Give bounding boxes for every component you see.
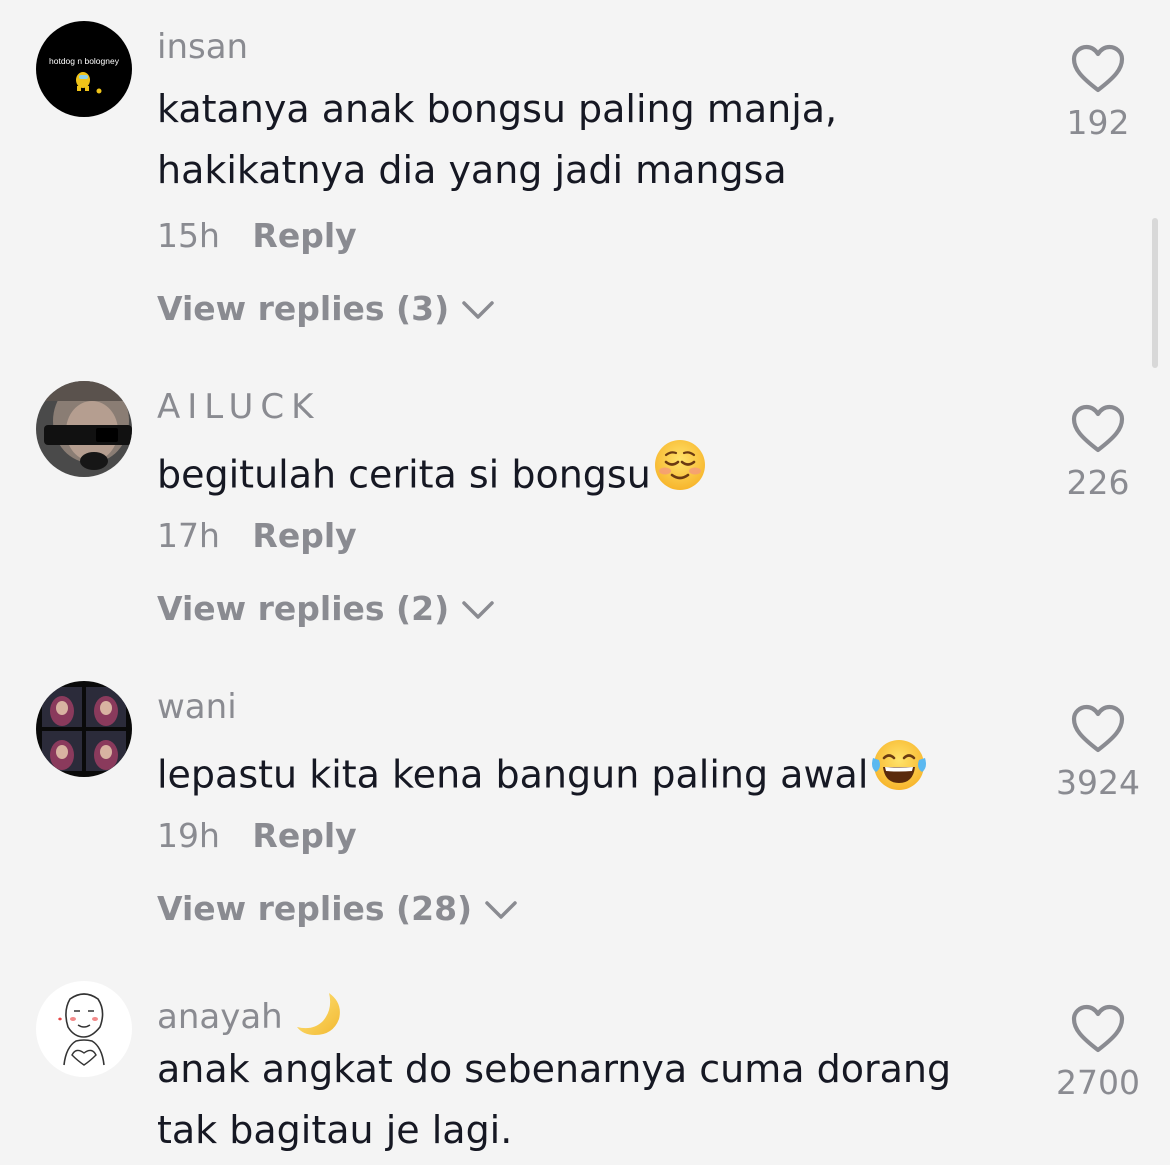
comment-text: begitulah cerita si bongsu: [157, 438, 707, 513]
comment-meta: 17h Reply: [157, 519, 357, 552]
comment-item: wani lepastu kita kena bangun paling awa…: [0, 660, 1170, 940]
comment-item: AILUCK begitulah cerita si bongsu 17h Re…: [0, 360, 1170, 640]
scrollbar[interactable]: [1152, 218, 1158, 368]
like-count: 226: [1066, 463, 1130, 502]
comment-item: anayah anak angkat do sebenarnya cuma do…: [0, 960, 1170, 1165]
like-button[interactable]: 2700: [1040, 1004, 1156, 1099]
reply-button[interactable]: Reply: [252, 216, 356, 255]
heart-icon: [1071, 404, 1125, 453]
comment-text-content: lepastu kita kena bangun paling awal: [157, 752, 869, 797]
avatar[interactable]: [36, 381, 132, 477]
avatar-image: hotdog n bologney: [36, 21, 132, 117]
comment-text-line: tak bagitau je lagi.: [157, 1108, 513, 1152]
like-button[interactable]: 192: [1040, 44, 1156, 139]
like-count: 2700: [1056, 1063, 1140, 1102]
comment-text-content: begitulah cerita si bongsu: [157, 452, 651, 497]
avatar-caption: hotdog n bologney: [49, 56, 120, 66]
comment-text: katanya anak bongsu paling manja, hakika…: [157, 79, 837, 201]
comment-meta: 19h Reply: [157, 819, 357, 852]
comment-time: 17h: [157, 516, 220, 555]
like-button[interactable]: 226: [1040, 404, 1156, 499]
comment-time: 15h: [157, 216, 220, 255]
view-replies-button[interactable]: View replies (3): [157, 292, 495, 325]
like-button[interactable]: 3924: [1040, 704, 1156, 799]
chevron-down-icon: [461, 292, 495, 325]
comment-text-line: katanya anak bongsu paling manja,: [157, 87, 838, 131]
heart-icon: [1071, 704, 1125, 753]
comment-text-line: hakikatnya dia yang jadi mangsa: [157, 148, 787, 192]
reply-button[interactable]: Reply: [252, 816, 356, 855]
avatar-image: [36, 381, 132, 477]
username[interactable]: insan: [157, 30, 248, 64]
comment-item: hotdog n bologney insan katanya anak bon…: [0, 0, 1170, 340]
comment-text-line: lepastu kita kena bangun paling awal: [157, 738, 928, 813]
view-replies-button[interactable]: View replies (2): [157, 592, 495, 625]
username[interactable]: anayah: [157, 989, 345, 1045]
reply-button[interactable]: Reply: [252, 516, 356, 555]
avatar[interactable]: [36, 981, 132, 1077]
comment-time: 19h: [157, 816, 220, 855]
avatar-image: [36, 681, 132, 777]
view-replies-button[interactable]: View replies (28): [157, 892, 518, 925]
view-replies-label: View replies (2): [157, 589, 450, 628]
chevron-down-icon: [461, 592, 495, 625]
avatar[interactable]: hotdog n bologney: [36, 21, 132, 117]
username[interactable]: AILUCK: [157, 390, 320, 424]
avatar[interactable]: [36, 681, 132, 777]
like-count: 192: [1066, 103, 1130, 142]
comment-meta: 15h Reply: [157, 219, 357, 252]
comment-text: lepastu kita kena bangun paling awal: [157, 738, 928, 813]
like-count: 3924: [1056, 763, 1140, 802]
comment-text-line: anak angkat do sebenarnya cuma dorang: [157, 1047, 952, 1091]
heart-icon: [1071, 44, 1125, 93]
chevron-down-icon: [484, 892, 518, 925]
comment-text-line: begitulah cerita si bongsu: [157, 438, 707, 513]
tears-of-joy-face-emoji: [870, 738, 928, 810]
username-label: anayah: [157, 997, 283, 1037]
comment-text: anak angkat do sebenarnya cuma dorang ta…: [157, 1039, 951, 1161]
crescent-moon-icon: [295, 989, 345, 1045]
view-replies-label: View replies (28): [157, 889, 473, 928]
heart-icon: [1071, 1004, 1125, 1053]
avatar-image: [36, 981, 132, 1077]
view-replies-label: View replies (3): [157, 289, 450, 328]
username[interactable]: wani: [157, 690, 237, 724]
relieved-face-emoji: [653, 438, 707, 510]
